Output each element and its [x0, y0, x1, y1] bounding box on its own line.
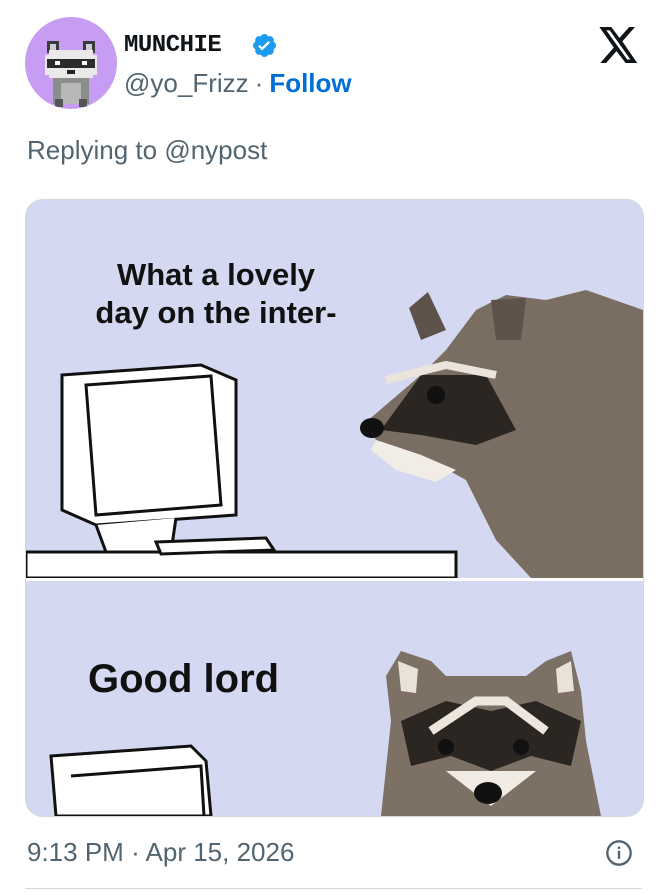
tweet-timestamp[interactable]: 9:13 PM · Apr 15, 2026	[27, 837, 294, 868]
reply-prefix: Replying to	[27, 135, 158, 165]
tweet-date[interactable]: Apr 15, 2026	[146, 837, 295, 867]
avatar[interactable]	[25, 17, 117, 109]
reply-context: Replying to @nypost	[27, 135, 267, 166]
tweet-media-image[interactable]: What a lovely day on the inter- Good lor…	[25, 199, 644, 817]
author-handle[interactable]: @yo_Frizz	[124, 68, 249, 98]
tweet-time[interactable]: 9:13 PM	[27, 837, 124, 867]
info-icon[interactable]	[605, 839, 633, 867]
x-logo-icon[interactable]	[598, 27, 640, 63]
pixel-raccoon-avatar-icon	[45, 41, 97, 107]
author-handle-row: @yo_Frizz · Follow	[124, 68, 352, 99]
reply-mention-link[interactable]: @nypost	[164, 135, 267, 165]
meme-caption-top: What a lovely day on the inter-	[95, 257, 337, 330]
meme-caption-bottom: Good lord	[88, 657, 280, 701]
follow-button[interactable]: Follow	[269, 68, 351, 98]
separator-dot: ·	[131, 837, 140, 867]
bottom-divider	[25, 888, 642, 889]
author-display-name[interactable]: MUNCHIE	[124, 32, 222, 59]
separator-dot: ·	[254, 68, 264, 98]
verified-badge-icon	[252, 33, 277, 58]
